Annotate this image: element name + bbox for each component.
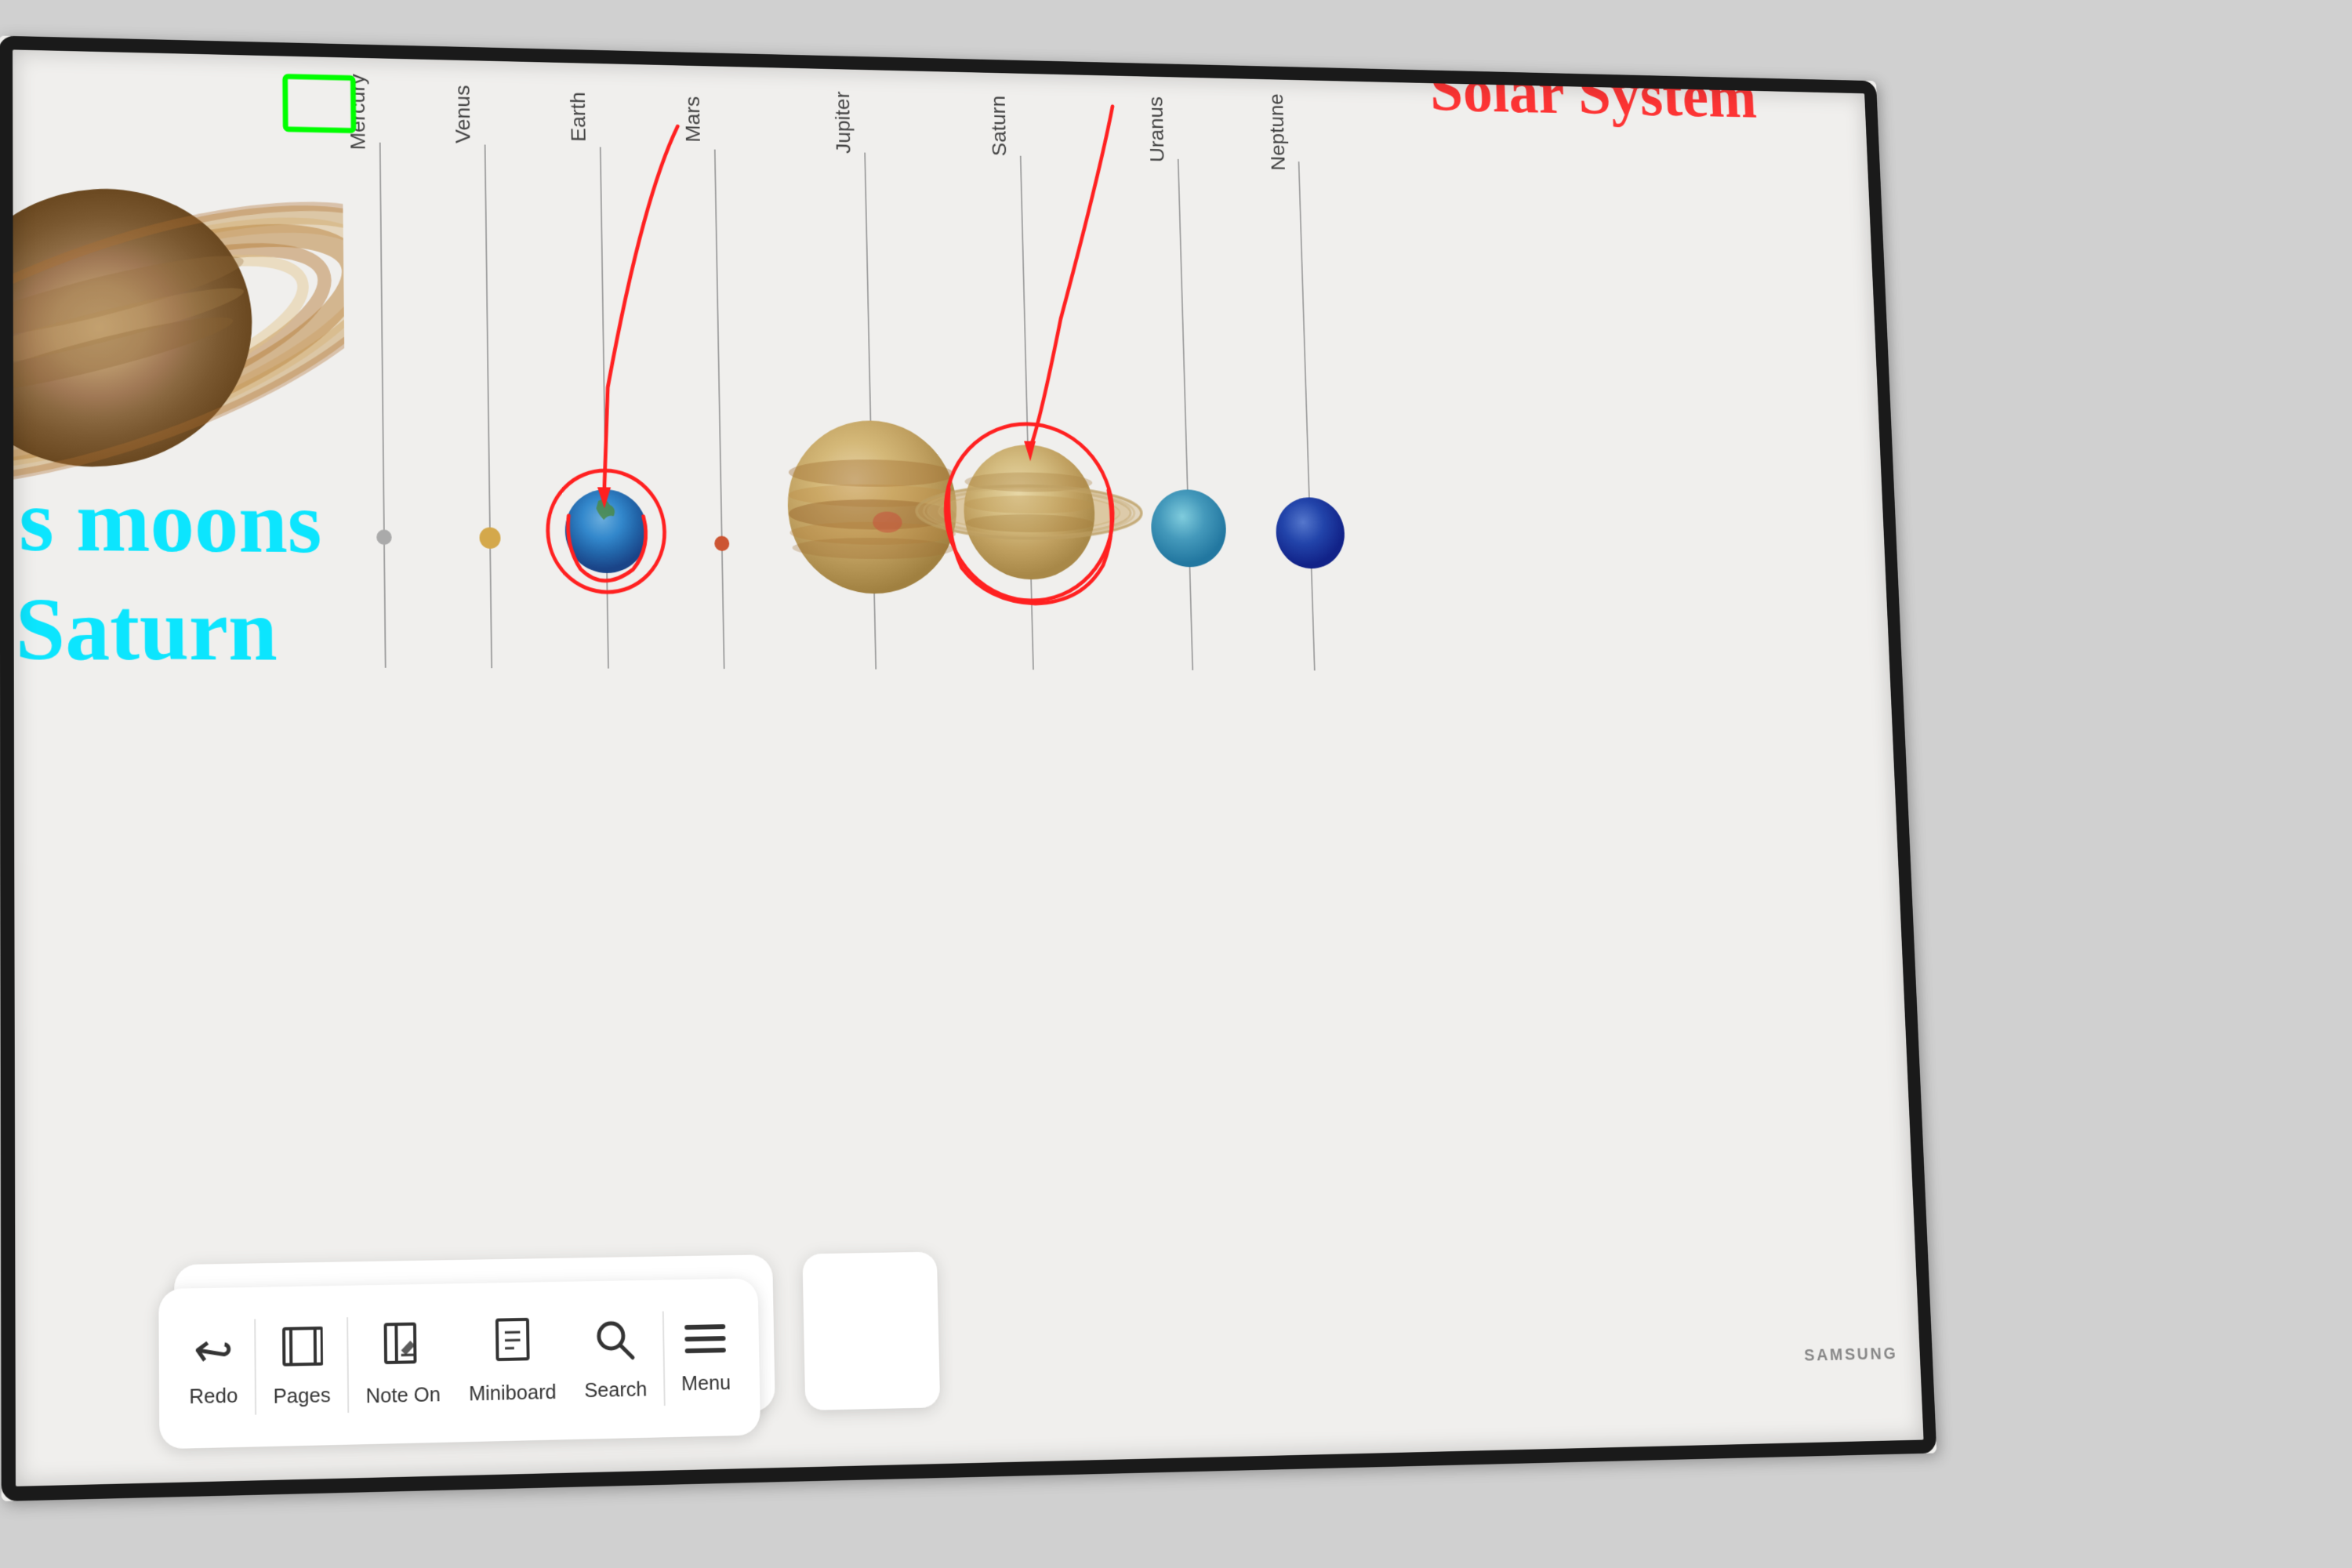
divider-1: [254, 1319, 256, 1414]
svg-text:s moons: s moons: [19, 470, 322, 572]
menu-label: Menu: [681, 1370, 731, 1396]
menu-icon: [683, 1319, 728, 1363]
svg-text:Jupiter: Jupiter: [830, 91, 855, 154]
svg-text:Saturn: Saturn: [986, 96, 1011, 157]
search-button[interactable]: Search: [572, 1308, 659, 1411]
note-on-button[interactable]: Note On: [354, 1312, 452, 1417]
toolbar: ↪ Redo Pages: [158, 1278, 760, 1449]
note-on-icon: [379, 1319, 426, 1375]
miniboard-label: Miniboard: [469, 1380, 557, 1406]
search-label: Search: [584, 1377, 648, 1403]
samsung-logo: SAMSUNG: [1804, 1344, 1898, 1366]
miniboard-button[interactable]: Miniboard: [456, 1309, 568, 1414]
redo-button[interactable]: ↪ Redo: [177, 1319, 250, 1417]
pages-label: Pages: [273, 1382, 330, 1408]
solar-system-area: Mercury Venus Earth Mars Jupiter Saturn …: [0, 36, 1936, 1501]
miniboard-icon: [491, 1318, 534, 1374]
divider-3: [662, 1312, 666, 1406]
redo-icon: ↪: [190, 1325, 236, 1378]
svg-text:Neptune: Neptune: [1265, 93, 1289, 171]
search-icon: [593, 1316, 637, 1370]
divider-2: [347, 1317, 349, 1413]
svg-text:Mars: Mars: [681, 96, 704, 143]
svg-text:Solar System: Solar System: [1428, 56, 1758, 131]
screen-container: Mercury Venus Earth Mars Jupiter Saturn …: [0, 0, 2352, 1568]
menu-button[interactable]: Menu: [669, 1312, 742, 1404]
drawn-elements: Mercury Venus Earth Mars Jupiter Saturn …: [0, 36, 1936, 1501]
svg-text:Saturn: Saturn: [15, 579, 278, 679]
pages-icon: [280, 1323, 323, 1375]
note-on-label: Note On: [365, 1382, 441, 1409]
pages-button[interactable]: Pages: [261, 1316, 343, 1417]
svg-text:Mercury: Mercury: [345, 74, 369, 151]
svg-text:Earth: Earth: [566, 92, 590, 142]
redo-label: Redo: [189, 1383, 238, 1409]
svg-text:Venus: Venus: [451, 85, 475, 143]
screen-content: Mercury Venus Earth Mars Jupiter Saturn …: [0, 36, 1936, 1501]
svg-text:Uranus: Uranus: [1144, 96, 1168, 163]
